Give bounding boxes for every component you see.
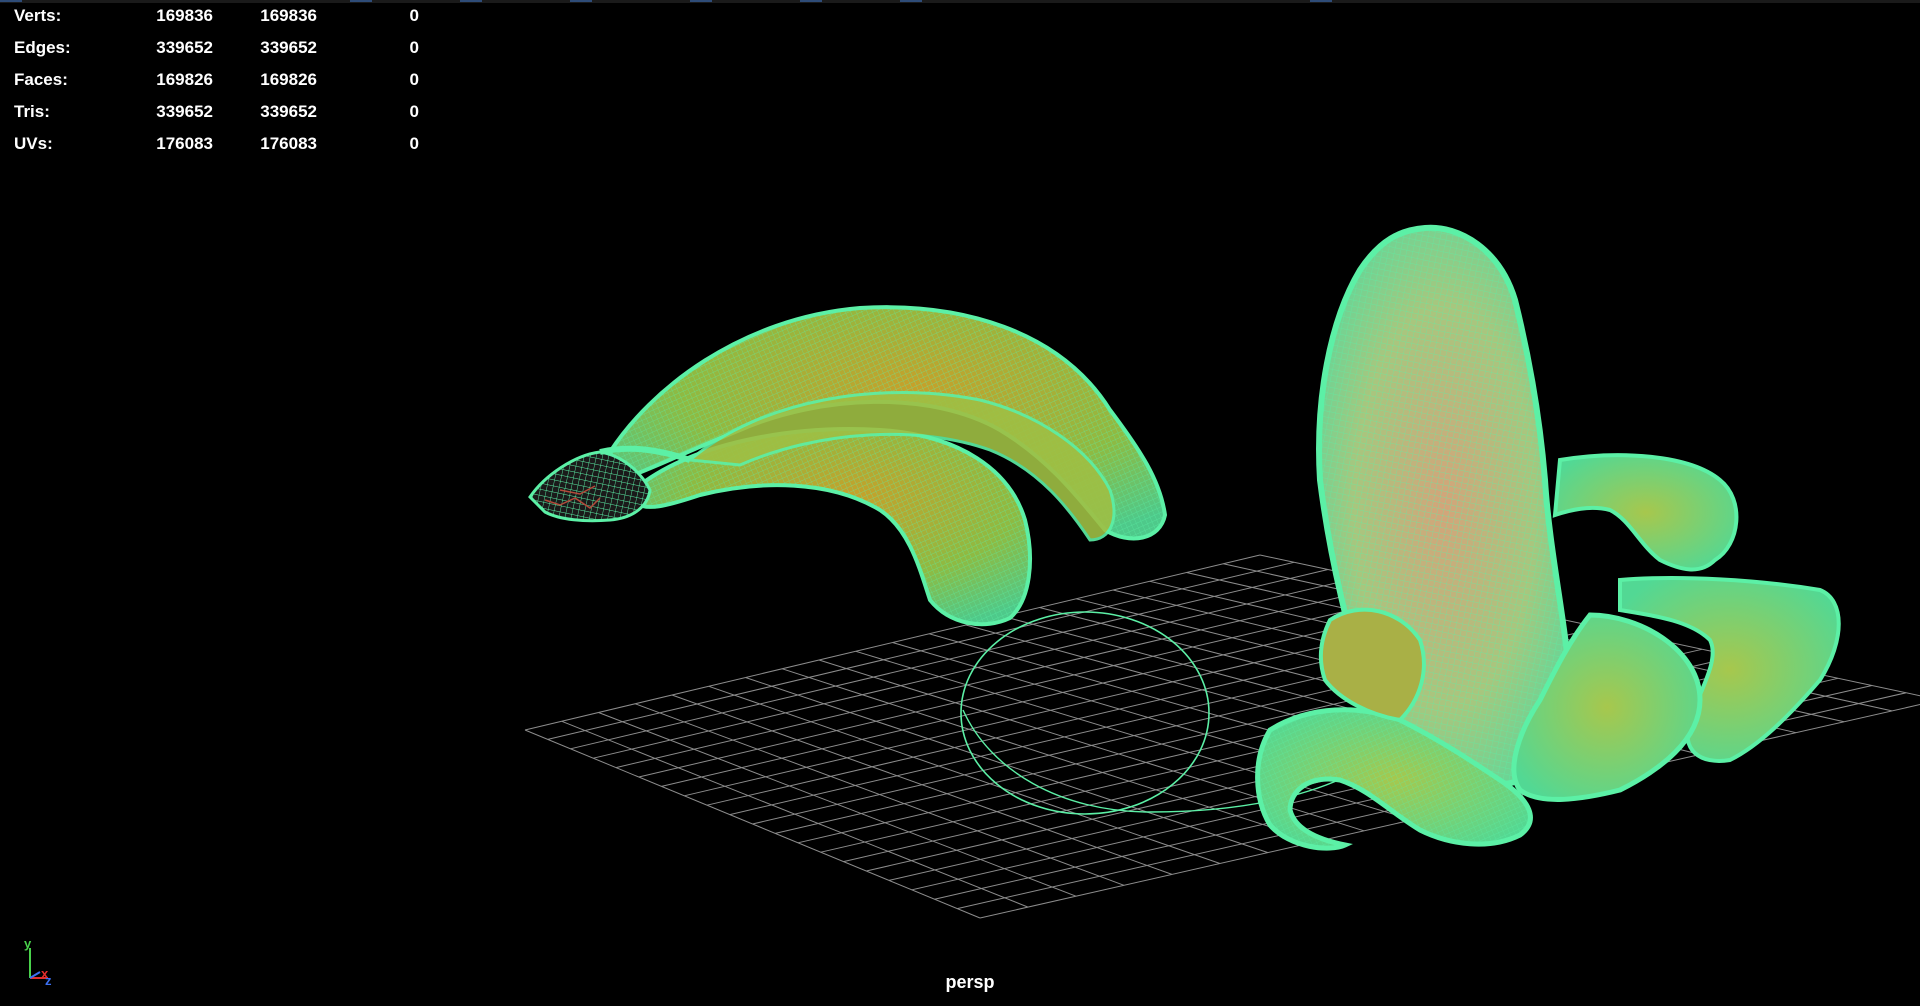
peeled-banana-mesh[interactable] xyxy=(1255,224,1841,851)
camera-label: persp xyxy=(945,972,995,992)
hud-row: Faces: 169826 169826 0 xyxy=(14,64,419,96)
hud-label: Tris: xyxy=(14,102,50,121)
poly-count-hud: Verts: 169836 169836 0 Edges: 339652 339652 0 Fa… xyxy=(14,0,419,160)
hud-total: 339652 xyxy=(156,38,213,57)
hud-selected: 339652 xyxy=(260,38,317,57)
hud-label: UVs: xyxy=(14,134,53,153)
hud-row: Edges: 339652 339652 0 xyxy=(14,32,419,64)
axis-gizmo-icon: y x z xyxy=(24,936,52,986)
axis-z-label: z xyxy=(45,973,52,986)
hud-extra: 0 xyxy=(409,102,419,121)
hud-extra: 0 xyxy=(409,6,419,25)
banana-bunch-mesh[interactable] xyxy=(528,305,1168,627)
hud-extra: 0 xyxy=(409,70,419,89)
hud-selected: 169836 xyxy=(260,6,317,25)
hud-selected: 169826 xyxy=(260,70,317,89)
maya-viewport[interactable]: Verts: 169836 169836 0 Edges: 339652 339652 0 Fa… xyxy=(0,0,1920,1006)
axis-y-label: y xyxy=(24,936,32,951)
hud-selected: 176083 xyxy=(260,134,317,153)
hud-extra: 0 xyxy=(409,38,419,57)
hud-total: 339652 xyxy=(156,102,213,121)
hud-label: Verts: xyxy=(14,6,62,25)
hud-row: Verts: 169836 169836 0 xyxy=(14,0,419,32)
hud-selected: 339652 xyxy=(260,102,317,121)
hud-label: Edges: xyxy=(14,38,71,57)
hud-total: 169836 xyxy=(156,6,213,25)
hud-row: UVs: 176083 176083 0 xyxy=(14,128,419,160)
hud-row: Tris: 339652 339652 0 xyxy=(14,96,419,128)
hud-extra: 0 xyxy=(409,134,419,153)
hud-total: 176083 xyxy=(156,134,213,153)
hud-total: 169826 xyxy=(156,70,213,89)
hud-label: Faces: xyxy=(14,70,68,89)
